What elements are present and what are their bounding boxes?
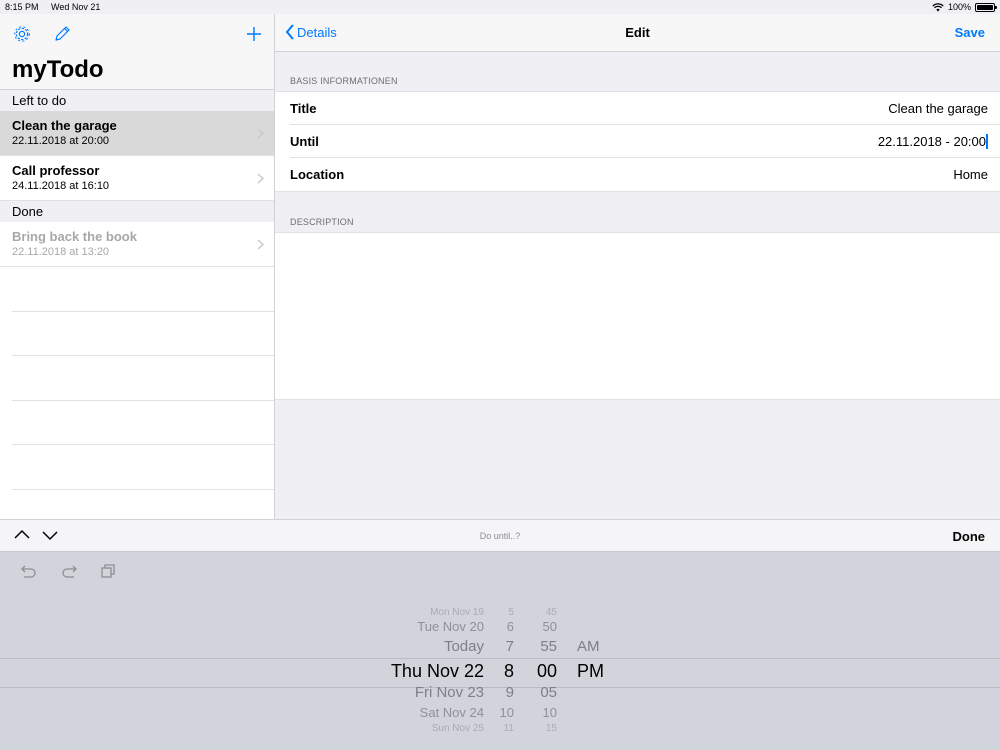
todo-date: 22.11.2018 at 20:00 [12,135,110,147]
description-text-area[interactable] [275,232,1000,400]
detail-nav-bar: Details Edit Save [275,14,1000,52]
wifi-icon [932,2,944,11]
picker-ampm-option: PM [577,661,604,681]
todo-row-bring-back-book[interactable]: Bring back the book 22.11.2018 at 13:20 [0,222,274,267]
chevron-right-icon [257,171,265,187]
todo-row-call-professor[interactable]: Call professor 24.11.2018 at 16:10 [0,156,274,201]
todo-date: 24.11.2018 at 16:10 [12,180,110,192]
empty-row [12,312,274,356]
picker-minute-option: 50 [542,619,557,634]
battery-percent: 100% [947,2,971,12]
title-field-label: Title [290,101,317,116]
page-title: Edit [625,25,650,40]
chevron-right-icon [257,126,265,142]
location-field-label: Location [290,167,345,182]
title-field-value[interactable]: Clean the garage [888,101,988,116]
status-bar: 8:15 PM Wed Nov 21 100% [0,0,1000,14]
picker-hour-option: 8 [503,661,514,681]
picker-hour-option: 10 [499,705,514,720]
until-field-row[interactable]: Until 22.11.2018 - 20:00 [290,125,1000,158]
empty-row [12,356,274,401]
edit-pencil-icon[interactable] [52,24,72,44]
empty-row [12,267,274,312]
picker-minute-option: 05 [540,684,557,701]
picker-prompt: Do until..? [479,531,521,541]
description-section-label: DESCRIPTION [290,217,354,227]
settings-gear-icon[interactable] [12,24,32,44]
status-date: Wed Nov 21 [51,2,101,12]
app-title: myTodo [12,56,104,83]
picker-date-option: Thu Nov 22 [390,661,484,681]
todo-title: Clean the garage [12,118,117,133]
todo-title: Call professor [12,163,100,178]
picker-minute-option: 45 [545,607,557,618]
empty-row [12,401,274,445]
master-pane: myTodo Left to do Clean the garage 22.11… [0,14,275,519]
section-header-done: Done [0,201,274,222]
input-accessory-toolbar: Do until..? Done [0,519,1000,552]
picker-selection-band [0,658,1000,688]
picker-hour-option: 11 [503,723,514,734]
undo-icon[interactable] [20,563,38,579]
text-cursor [986,134,988,149]
date-time-picker[interactable]: Mon Nov 19 Tue Nov 20 Today Thu Nov 22 Fri N… [0,607,1000,747]
date-picker-panel: Mon Nov 19 Tue Nov 20 Today Thu Nov 22 Fri N… [0,552,1000,750]
picker-date-option: Sun Nov 25 [431,723,484,734]
picker-date-option: Fri Nov 23 [414,684,484,701]
status-time: 8:15 PM [5,2,39,12]
basis-form-group: Title Clean the garage Until 22.11.2018 … [275,91,1000,192]
location-field-row[interactable]: Location Home [290,158,1000,191]
picker-hour-option: 5 [508,607,514,618]
save-button[interactable]: Save [955,25,985,40]
chevron-right-icon [257,237,265,253]
done-button[interactable]: Done [953,529,986,544]
picker-date-option: Tue Nov 20 [417,619,484,634]
basis-section-label: BASIS INFORMATIONEN [290,76,398,86]
picker-minute-option: 10 [542,705,557,720]
location-field-value[interactable]: Home [953,167,988,182]
title-field-row[interactable]: Title Clean the garage [290,92,1000,125]
picker-date-option: Mon Nov 19 [430,607,484,618]
picker-date-option: Sat Nov 24 [419,705,484,720]
until-field-value[interactable]: 22.11.2018 - 20:00 [878,134,988,149]
todo-title: Bring back the book [12,229,137,244]
picker-ampm-option: AM [577,638,600,655]
picker-hour-option: 7 [505,638,514,655]
section-header-left-to-do: Left to do [0,90,274,111]
detail-pane: Details Edit Save BASIS INFORMATIONEN Ti… [275,14,1000,519]
empty-row [12,445,274,490]
until-field-text: 22.11.2018 - 20:00 [877,134,986,149]
battery-icon [975,2,997,12]
todo-row-clean-garage[interactable]: Clean the garage 22.11.2018 at 20:00 [0,111,274,156]
todo-date: 22.11.2018 at 13:20 [12,246,110,258]
picker-minute-option: 55 [540,638,557,655]
picker-hour-option: 9 [505,684,514,701]
paste-icon[interactable] [100,563,116,579]
picker-hour-option: 6 [506,619,514,634]
until-field-label: Until [290,134,319,149]
picker-minute-option: 00 [536,661,557,681]
redo-icon[interactable] [60,563,78,579]
add-plus-icon[interactable] [244,24,264,44]
picker-date-option: Today [443,638,484,655]
picker-minute-option: 15 [545,723,557,734]
master-header: myTodo [0,14,274,90]
